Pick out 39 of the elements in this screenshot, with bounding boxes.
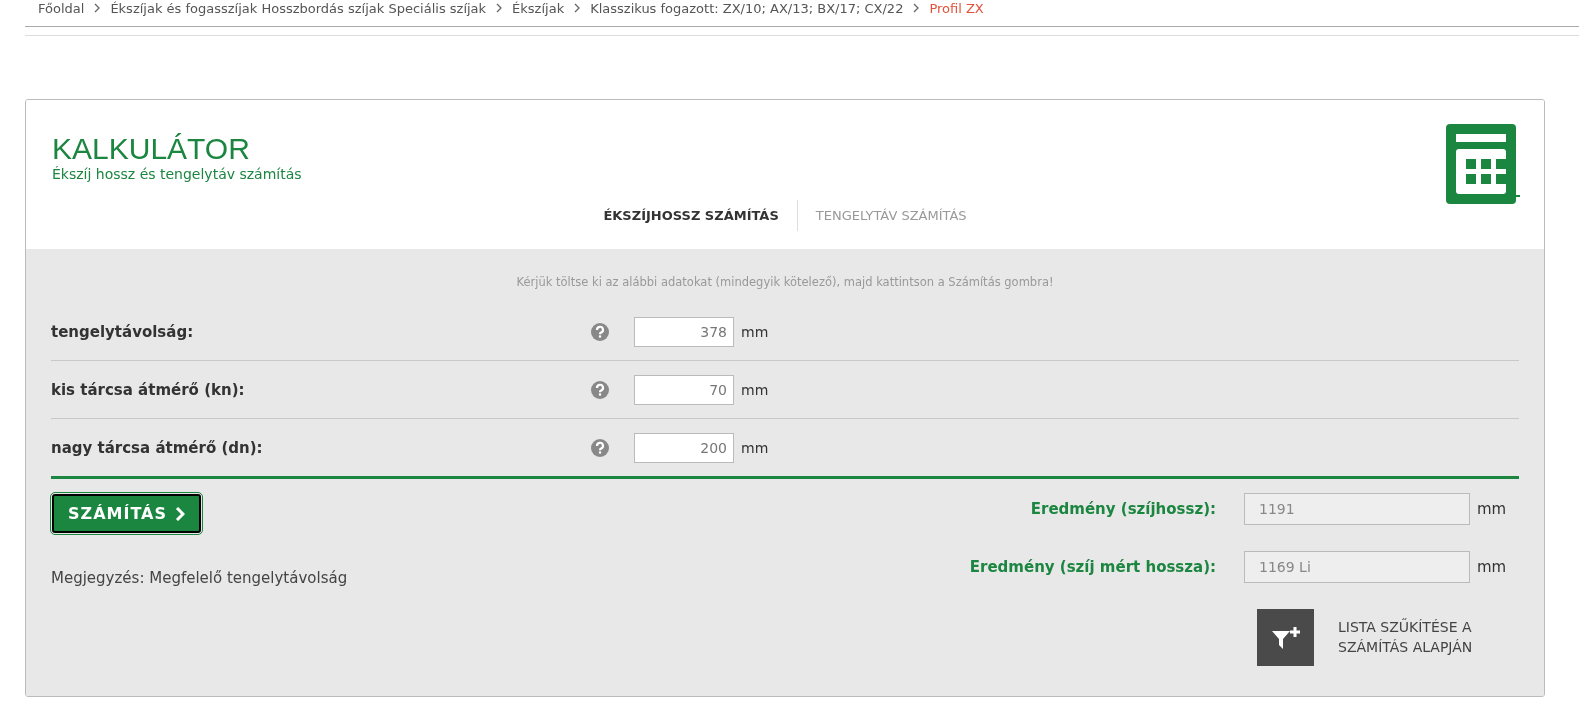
- field-label: kis tárcsa átmérő (kn):: [51, 380, 246, 399]
- unit-label: mm: [741, 439, 769, 456]
- input-field[interactable]: 70: [634, 374, 734, 405]
- breadcrumb-link[interactable]: Ékszíjak: [512, 0, 565, 16]
- calculator-title: KALKULÁTOR: [52, 132, 251, 166]
- field-label: nagy tárcsa átmérő (dn):: [51, 438, 264, 457]
- chevron-icon: [913, 3, 920, 13]
- calculator-subtitle: Ékszíj hossz és tengelytáv számítás: [52, 166, 303, 182]
- input-field[interactable]: 378: [634, 316, 734, 347]
- instruction-text: Kérjük töltse ki az alábbi adatokat (mindegyik kötelező), majd kattintson a Számítás gombra!: [515, 275, 1055, 289]
- help-icon[interactable]: [591, 380, 609, 399]
- breadcrumb-link[interactable]: Ékszíjak és fogasszíjak Hosszbordás szíjak Speciális szíjak: [110, 0, 487, 16]
- field-label: tengelytávolság:: [51, 322, 195, 341]
- unit-label: mm: [1477, 500, 1507, 518]
- result-label: Eredmény (szíjhossz):: [1030, 500, 1216, 518]
- filter-button[interactable]: [1257, 609, 1314, 666]
- note-text: Megjegyzés: Megfelelő tengelytávolság: [51, 569, 348, 587]
- filter-plus-icon: [1270, 625, 1301, 650]
- breadcrumb-link[interactable]: Profil ZX: [929, 0, 984, 16]
- unit-label: mm: [741, 323, 769, 340]
- breadcrumb-link[interactable]: Klasszikus fogazott: ZX/10; AX/13; BX/17; CX/22: [590, 0, 904, 16]
- result-field[interactable]: 1169 Li: [1244, 551, 1470, 583]
- unit-label: mm: [741, 381, 769, 398]
- result-field[interactable]: 1191: [1244, 493, 1470, 525]
- calculator-icon: [1446, 124, 1520, 204]
- calculate-button[interactable]: SZÁMÍTÁS: [52, 494, 201, 533]
- chevron-icon: [574, 3, 581, 13]
- chevron-icon: [174, 506, 185, 521]
- breadcrumb-link[interactable]: Főoldal: [38, 0, 85, 16]
- help-icon[interactable]: [591, 322, 609, 341]
- unit-label: mm: [1477, 558, 1507, 576]
- result-label: Eredmény (szíj mért hossza):: [969, 558, 1216, 576]
- chevron-icon: [496, 3, 503, 13]
- help-icon[interactable]: [591, 438, 609, 457]
- tab[interactable]: ÉKSZÍJHOSSZ SZÁMÍTÁS: [585, 200, 797, 231]
- input-field[interactable]: 200: [634, 432, 734, 463]
- filter-link[interactable]: LISTA SZŰKÍTÉSE A SZÁMÍTÁS ALAPJÁN: [1338, 617, 1473, 658]
- tab[interactable]: TENGELYTÁV SZÁMÍTÁS: [796, 200, 985, 231]
- chevron-icon: [94, 3, 101, 13]
